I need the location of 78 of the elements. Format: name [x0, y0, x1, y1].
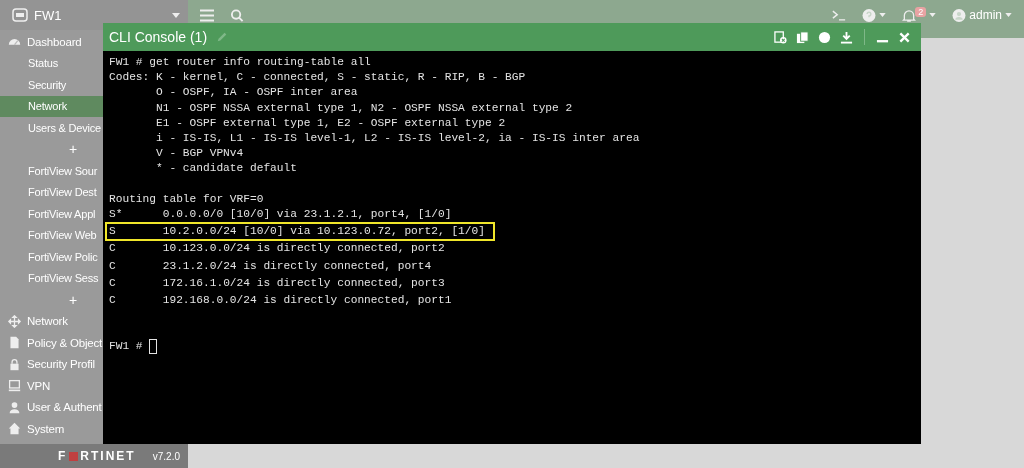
route-code: C	[109, 241, 117, 257]
route-entry: 23.1.2.0/24 is directly connected, port4	[162, 258, 432, 274]
route-code: C	[109, 275, 117, 291]
route-code: S*	[109, 207, 124, 222]
pencil-icon[interactable]	[216, 31, 229, 43]
lock-icon	[8, 357, 21, 371]
route-code: C	[109, 258, 117, 274]
sidebar-label: User & Authent	[27, 401, 102, 414]
brand-logo: F RTINET	[58, 449, 136, 463]
network-icon	[8, 314, 21, 328]
search-icon[interactable]	[230, 8, 244, 22]
sidebar-item[interactable]: Status	[0, 52, 103, 74]
terminal-line: N1 - OSPF NSSA external type 1, N2 - OSPF NSSA external type 2	[156, 100, 574, 116]
bell-icon[interactable]	[902, 8, 917, 22]
sidebar-label: System	[27, 422, 65, 435]
sidebar-item[interactable]: Security Profil	[0, 353, 103, 375]
monitor-icon	[8, 379, 21, 393]
house-icon	[8, 422, 21, 436]
terminal-line: Routing table for VRF=0	[109, 191, 264, 207]
sidebar-item[interactable]: FortiView Appl	[0, 203, 103, 225]
route-entry: 192.168.0.0/24 is directly connected, port1	[162, 292, 452, 308]
user-icon[interactable]	[952, 8, 967, 22]
menu-icon[interactable]	[200, 8, 214, 22]
copy-icon[interactable]	[796, 30, 809, 44]
route-entry: 10.2.0.0/24 [10/0] via 10.123.0.72, port2, [1/0]	[162, 224, 485, 240]
terminal-line: O - OSPF, IA - OSPF inter area	[156, 85, 359, 101]
terminal-line: E1 - OSPF external type 1, E2 - OSPF external type 2	[156, 115, 507, 131]
sidebar-label: VPN	[27, 379, 51, 392]
sidebar-item[interactable]: FortiView Dest	[0, 181, 103, 203]
user-name[interactable]: admin	[969, 8, 1002, 22]
caret-icon[interactable]	[929, 13, 937, 17]
sidebar-item[interactable]: VPN	[0, 375, 103, 397]
terminal-icon[interactable]	[832, 8, 847, 22]
terminal-line: Codes:	[109, 70, 151, 86]
route-code: S	[109, 224, 117, 240]
sidebar-label: Dashboard	[27, 35, 82, 48]
terminal-line: * - candidate default	[156, 161, 298, 177]
text-cursor	[149, 338, 158, 354]
caret-icon[interactable]	[1005, 13, 1012, 17]
person-icon	[8, 400, 21, 414]
route-entry: 0.0.0.0/0 [10/0] via 23.1.2.1, port4, [1/0]	[162, 207, 452, 222]
add-button[interactable]: +	[43, 289, 103, 311]
close-icon[interactable]	[898, 30, 911, 44]
caret-icon[interactable]	[879, 13, 887, 17]
sidebar-item[interactable]: Dashboard	[0, 31, 103, 53]
version-label: v7.2.0	[152, 450, 180, 462]
terminal-line: FW1 # get router info routing-table all	[109, 55, 371, 70]
sidebar-item[interactable]: Network	[0, 310, 103, 332]
sidebar-item[interactable]: User & Authent	[0, 396, 103, 418]
sidebar-item[interactable]: FortiView Polic	[0, 246, 103, 268]
window-title: CLI Console (1)	[109, 29, 208, 45]
sidebar-item[interactable]: Users & Device	[0, 117, 103, 139]
terminal-line: V - BGP VPNv4	[156, 146, 245, 162]
circle-icon[interactable]	[818, 30, 831, 44]
sidebar-item[interactable]: FortiView Sess	[0, 267, 103, 289]
terminal-line: i - IS-IS, L1 - IS-IS level-1, L2 - IS-IS level-2, ia - IS-IS inter area	[156, 131, 640, 146]
add-button[interactable]: +	[43, 138, 103, 160]
sidebar-label: Security Profil	[27, 358, 95, 371]
sidebar-item[interactable]: FortiView Sour	[0, 160, 103, 182]
sidebar-item[interactable]: Network	[0, 95, 103, 117]
clear-icon[interactable]	[774, 30, 787, 44]
route-entry: 10.123.0.0/24 is directly connected, port2	[162, 241, 445, 257]
sidebar-item[interactable]: System	[0, 418, 103, 440]
notification-badge: 2	[915, 7, 927, 17]
route-entry: 172.16.1.0/24 is directly connected, port3	[162, 275, 445, 291]
prompt: FW1 #	[109, 338, 143, 354]
sidebar-item[interactable]: FortiView Web	[0, 224, 103, 246]
sidebar-item[interactable]: Security	[0, 74, 103, 96]
document-icon	[8, 336, 21, 350]
sidebar-item[interactable]: Policy & Object	[0, 332, 103, 354]
caret-icon[interactable]	[172, 12, 180, 18]
route-code: C	[109, 292, 117, 308]
device-icon	[12, 7, 28, 23]
sidebar-label: Network	[27, 315, 68, 328]
terminal-line: K - kernel, C - connected, S - static, R - RIP, B - BGP	[156, 70, 527, 86]
help-icon[interactable]	[862, 8, 877, 22]
sidebar-label: Policy & Object	[27, 336, 102, 349]
download-icon[interactable]	[840, 30, 853, 44]
